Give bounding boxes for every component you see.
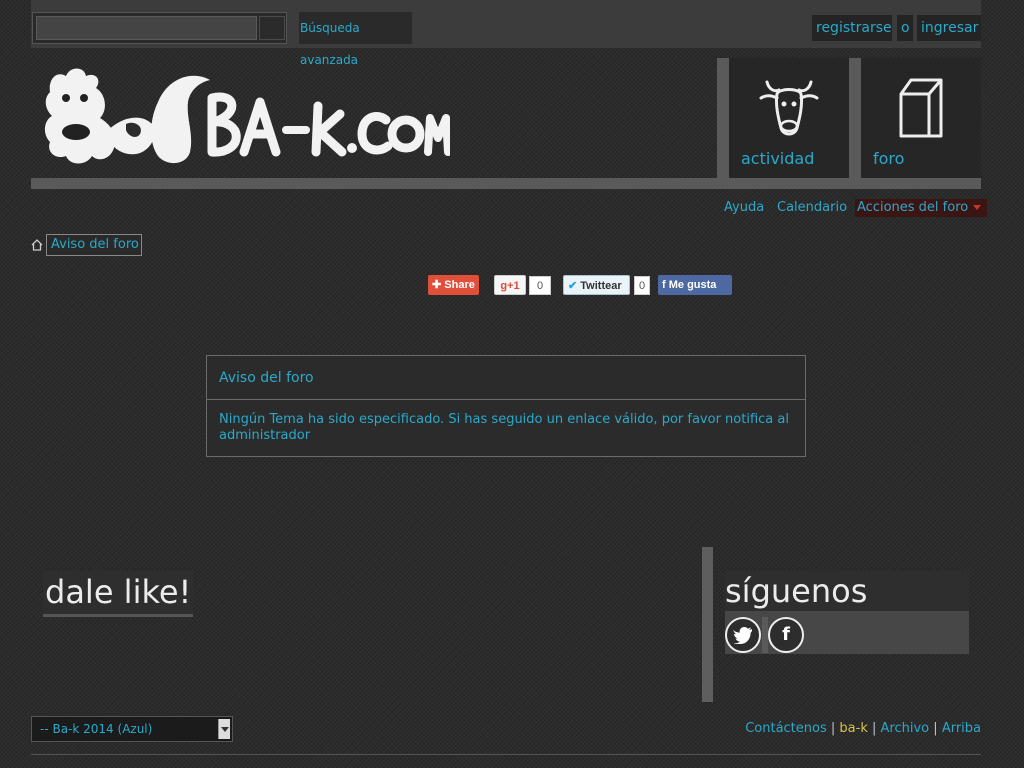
nav-activity[interactable]: actividad <box>729 58 849 178</box>
footer-separator: | <box>830 721 836 736</box>
calendar-link[interactable]: Calendario <box>777 199 847 217</box>
register-link[interactable]: registrarse <box>812 15 892 41</box>
nav-activity-label: actividad <box>741 149 815 168</box>
home-link[interactable]: ba-k <box>839 721 867 736</box>
logo-icon <box>44 68 452 164</box>
style-selector-value: -- Ba-k 2014 (Azul) <box>40 722 153 736</box>
site-logo[interactable] <box>40 62 452 172</box>
twitter-icon[interactable] <box>725 617 761 653</box>
search-button[interactable] <box>259 16 285 40</box>
login-link[interactable]: ingresar <box>917 15 981 41</box>
contact-link[interactable]: Contáctenos <box>745 721 827 736</box>
administrator-link[interactable]: administrador <box>219 428 310 443</box>
archive-link[interactable]: Archivo <box>881 721 930 736</box>
top-link[interactable]: Arriba <box>942 721 981 736</box>
like-widget-title: dale like! <box>43 571 194 617</box>
advanced-search-link[interactable]: Búsqueda avanzada <box>299 12 412 67</box>
plus-icon: ✚ <box>432 279 442 291</box>
fb-like-label: Me gusta <box>668 279 717 291</box>
nav-divider <box>849 58 861 178</box>
tweet-label: Twittear <box>580 280 622 292</box>
nav-forum[interactable]: foro <box>861 58 981 178</box>
home-icon[interactable] <box>31 239 43 251</box>
notice-body: Ningún Tema ha sido especificado. Si has… <box>207 400 805 456</box>
or-text: o <box>897 15 913 41</box>
nav-divider <box>717 58 729 178</box>
notice-title: Aviso del foro <box>207 356 805 400</box>
tweet-button[interactable]: ✔ Twittear <box>563 275 630 295</box>
addthis-label: Share <box>444 279 475 291</box>
gplus-button[interactable]: g+1 <box>494 275 526 295</box>
facebook-icon: f <box>662 279 666 291</box>
forum-notice-box: Aviso del foro Ningún Tema ha sido espec… <box>206 355 806 457</box>
style-selector[interactable]: -- Ba-k 2014 (Azul) <box>31 716 233 742</box>
search-box <box>32 12 287 44</box>
search-input[interactable] <box>36 16 257 40</box>
facebook-like-button[interactable]: f Me gusta <box>658 275 732 295</box>
forum-actions-dropdown[interactable]: Acciones del foro <box>855 199 988 217</box>
footer-divider <box>31 754 981 755</box>
footer-separator: | <box>872 721 877 736</box>
help-link[interactable]: Ayuda <box>724 199 764 217</box>
gplus-label: +1 <box>507 280 520 292</box>
twitter-bird-icon: ✔ <box>568 280 578 292</box>
footer-separator: | <box>933 721 938 736</box>
addthis-share-button[interactable]: ✚ Share <box>428 275 479 295</box>
header-divider <box>31 178 981 189</box>
widget-divider <box>702 547 713 702</box>
facebook-icon[interactable]: f <box>768 617 804 653</box>
tweet-count: 0 <box>634 276 650 295</box>
milk-carton-icon <box>899 78 943 138</box>
notice-message: Ningún Tema ha sido especificado. Si has… <box>219 412 789 427</box>
cow-head-icon <box>759 80 819 136</box>
forum-actions-label: Acciones del foro <box>857 200 969 215</box>
gplus-count: 0 <box>529 276 551 295</box>
nav-forum-label: foro <box>873 149 905 168</box>
caret-down-icon <box>973 205 982 210</box>
follow-widget-title: síguenos <box>725 571 969 611</box>
footer-links: Contáctenos | ba-k | Archivo | Arriba <box>745 720 981 738</box>
breadcrumb-current[interactable]: Aviso del foro <box>46 234 142 256</box>
chevron-down-icon[interactable] <box>218 719 230 739</box>
